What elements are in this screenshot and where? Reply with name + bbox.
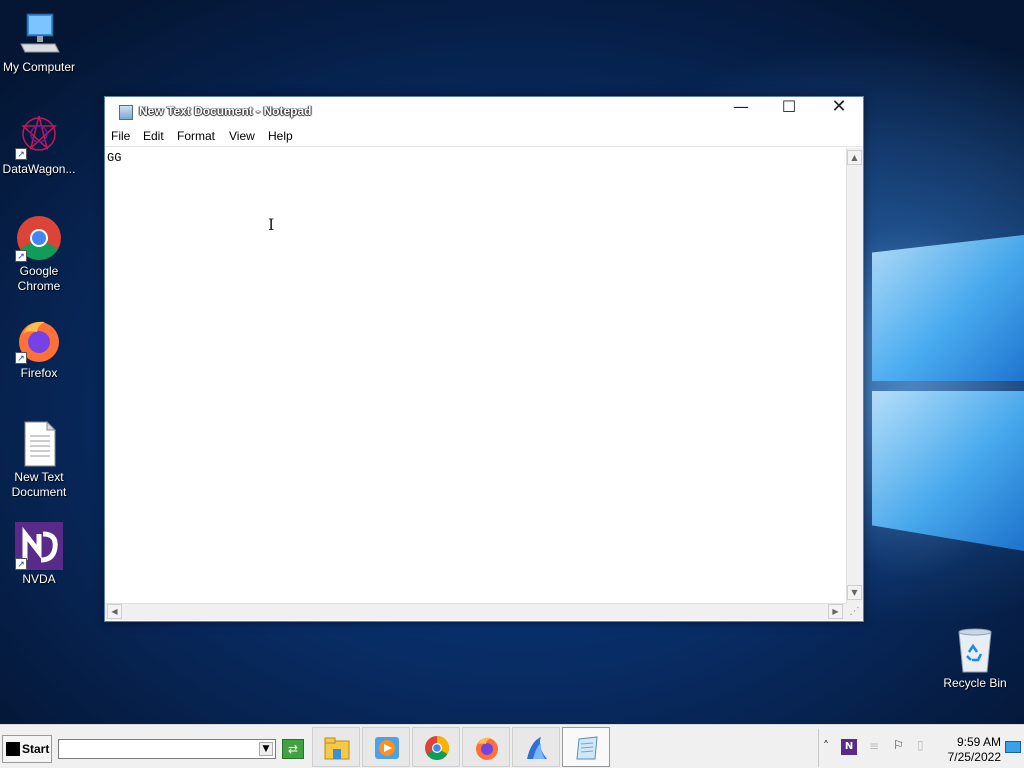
recycle-bin-icon xyxy=(951,626,999,674)
desktop-icon-firefox[interactable]: ↗ Firefox xyxy=(0,316,78,381)
vertical-scrollbar[interactable]: ▲ ▼ xyxy=(846,148,863,603)
menu-bar: File Edit Format View Help xyxy=(105,125,863,147)
notepad-icon xyxy=(119,105,133,120)
notepad-window[interactable]: New Text Document - Notepad — ☐ ✕ File E… xyxy=(104,96,864,622)
go-button[interactable]: ⇄ xyxy=(282,739,304,759)
resize-grip-icon[interactable]: ⋰ xyxy=(846,603,863,620)
keyboard-tray-icon[interactable]: ≡ xyxy=(869,739,879,753)
desktop-icon-google-chrome[interactable]: ↗ Google Chrome xyxy=(0,214,78,294)
wallpaper-logo-pane-bottom xyxy=(872,391,1024,551)
desktop-icon-label: Google Chrome xyxy=(17,264,61,293)
taskbar-chrome[interactable] xyxy=(412,727,460,767)
chrome-icon xyxy=(425,736,450,761)
app-icon xyxy=(527,737,547,759)
desktop-icon-datawagon[interactable]: ↗ DataWagon... xyxy=(0,112,78,177)
menu-file[interactable]: File xyxy=(111,129,130,143)
scroll-down-button[interactable]: ▼ xyxy=(847,585,862,600)
desktop-icon-new-text-document[interactable]: New Text Document xyxy=(0,420,78,500)
taskbar-app[interactable] xyxy=(512,727,560,767)
taskbar-notepad[interactable] xyxy=(562,727,610,767)
desktop-icon-label: New Text Document xyxy=(11,470,67,499)
shortcut-arrow-icon: ↗ xyxy=(15,558,27,570)
shortcut-arrow-icon: ↗ xyxy=(15,250,27,262)
action-center-flag-icon[interactable]: ⚐ xyxy=(893,738,904,752)
system-tray: ˄ N ≡ ⚐ ▯ 9:59 AM 7/25/2022 xyxy=(818,729,1024,767)
minimize-button[interactable]: — xyxy=(717,97,765,119)
menu-format[interactable]: Format xyxy=(177,129,215,143)
clock-time: 9:59 AM xyxy=(956,735,1001,749)
start-flag-icon xyxy=(6,742,20,756)
shortcut-arrow-icon: ↗ xyxy=(15,148,27,160)
address-bar[interactable]: ▼ xyxy=(58,739,276,759)
close-button[interactable]: ✕ xyxy=(815,97,863,119)
scroll-up-button[interactable]: ▲ xyxy=(847,150,862,165)
nvda-tray-icon[interactable]: N xyxy=(841,739,857,755)
text-document-icon xyxy=(15,420,63,468)
scroll-left-button[interactable]: ◀ xyxy=(107,604,122,619)
desktop-icon-recycle-bin[interactable]: Recycle Bin xyxy=(936,626,1014,691)
desktop-icon-label: NVDA xyxy=(22,572,56,586)
nvda-icon: ↗ xyxy=(15,522,63,570)
menu-edit[interactable]: Edit xyxy=(143,129,164,143)
start-button[interactable]: Start xyxy=(2,735,52,763)
network-tray-icon[interactable]: ▯ xyxy=(917,738,924,752)
desktop-icon-label: Firefox xyxy=(20,366,58,380)
firefox-icon xyxy=(476,737,498,760)
taskbar-media-player[interactable] xyxy=(362,727,410,767)
firefox-icon: ↗ xyxy=(15,316,63,364)
shortcut-arrow-icon: ↗ xyxy=(15,352,27,364)
clock-date: 7/25/2022 xyxy=(947,750,1001,764)
taskbar-firefox[interactable] xyxy=(462,727,510,767)
text-editor[interactable]: GG xyxy=(105,148,846,600)
media-player-icon xyxy=(375,737,399,759)
text-cursor-icon: I xyxy=(268,215,275,234)
taskbar-file-explorer[interactable] xyxy=(312,727,360,767)
datawagon-icon: ↗ xyxy=(15,112,63,160)
menu-view[interactable]: View xyxy=(229,129,255,143)
scroll-right-button[interactable]: ▶ xyxy=(828,604,843,619)
desktop-icon-my-computer[interactable]: My Computer xyxy=(0,10,78,75)
clock[interactable]: 9:59 AM 7/25/2022 xyxy=(939,735,1001,765)
chrome-icon: ↗ xyxy=(15,214,63,262)
menu-help[interactable]: Help xyxy=(268,129,293,143)
start-label: Start xyxy=(22,742,50,756)
file-explorer-icon xyxy=(324,737,350,760)
horizontal-scrollbar[interactable]: ◀ ▶ xyxy=(105,603,846,620)
wallpaper-logo-pane-top xyxy=(872,235,1024,381)
computer-icon xyxy=(15,10,63,58)
show-hidden-icons-chevron-up-icon[interactable]: ˄ xyxy=(823,739,829,753)
desktop-icon-label: Recycle Bin xyxy=(943,676,1007,690)
maximize-button[interactable]: ☐ xyxy=(765,97,813,119)
show-desktop-button[interactable] xyxy=(1005,741,1021,753)
title-bar[interactable]: New Text Document - Notepad — ☐ ✕ xyxy=(105,97,863,125)
desktop-icon-label: My Computer xyxy=(2,60,76,74)
notepad-icon xyxy=(576,736,598,760)
chevron-down-icon[interactable]: ▼ xyxy=(259,742,273,756)
taskbar: Start ▼ ⇄ ˄ N ≡ ⚐ ▯ 9:59 AM 7/25/2022 xyxy=(0,724,1024,768)
desktop-icon-label: DataWagon... xyxy=(2,162,76,176)
window-title: New Text Document - Notepad xyxy=(139,104,312,118)
desktop-icon-nvda[interactable]: ↗ NVDA xyxy=(0,522,78,587)
